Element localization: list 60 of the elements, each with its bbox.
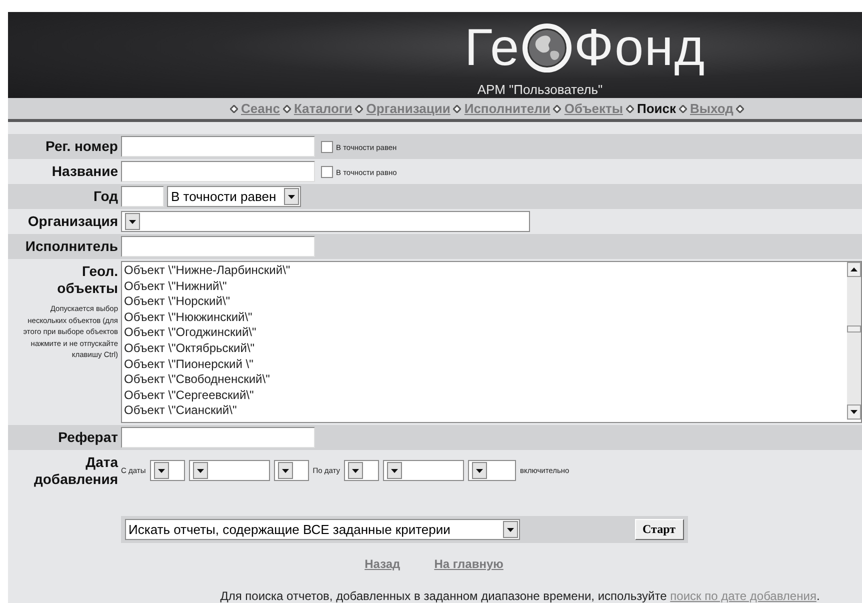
caret-icon [192, 462, 208, 479]
dropdown[interactable]: Искать отчеты, содержащие ВСЕ заданные критерии [124, 519, 520, 540]
bullet-icon [355, 104, 364, 113]
list-option[interactable]: Объект \"Свободненский\" [124, 372, 845, 388]
field-label: Организация [28, 212, 118, 230]
logo-text: Фонд [574, 22, 706, 74]
bullet-icon [230, 104, 238, 113]
list-option[interactable]: Объект \"Сергеевский\" [124, 388, 845, 404]
globe-icon [522, 23, 572, 73]
list-option[interactable]: Объект \"Норский\" [124, 294, 845, 310]
dropdown[interactable] [468, 460, 516, 481]
field-label: Год [94, 187, 118, 205]
bullet-icon [626, 104, 634, 113]
text-field[interactable] [121, 427, 315, 448]
field-label: Дата добавления [34, 453, 118, 488]
dropdown[interactable] [121, 211, 530, 232]
list-option[interactable]: Объект \"Сианский\" [124, 403, 845, 419]
caret-icon [472, 462, 488, 479]
bullet-icon [553, 104, 562, 113]
field-label: Геол. объекты [57, 262, 118, 297]
scrollbar[interactable] [847, 262, 861, 420]
footer-text: Для поиска отчетов, добавленных в заданном диапазоне времени, используйте поиск по дате добавления. [220, 589, 820, 603]
field-label: Исполнитель [25, 237, 118, 255]
subtitle: АРМ "Пользователь" [477, 82, 603, 97]
list-option[interactable]: Объект \"Нижний\" [124, 278, 845, 294]
text-field[interactable] [121, 161, 315, 182]
field-label: Название [52, 162, 118, 180]
caret-icon [348, 462, 364, 479]
caret-icon [387, 462, 402, 479]
year-field[interactable] [121, 186, 164, 207]
field-label: Рег. номер [45, 137, 118, 155]
list-option[interactable]: Объект \"Нюкжинский\" [124, 310, 845, 326]
caret-icon [502, 521, 518, 538]
checkbox[interactable] [321, 166, 333, 178]
dropdown[interactable] [150, 460, 185, 481]
list-option[interactable]: Объект \"Октябрьский\" [124, 340, 845, 357]
list-option[interactable]: Объект \"Пионерский \" [124, 356, 845, 372]
caret-icon [278, 462, 293, 479]
logo-text: Ге [464, 22, 520, 74]
field-label: Реферат [58, 428, 118, 446]
objects-listbox[interactable] [121, 261, 862, 423]
dropdown[interactable] [188, 460, 270, 481]
bullet-icon [679, 104, 688, 113]
dropdown[interactable] [344, 460, 380, 481]
caret-icon [125, 213, 140, 230]
bullet-icon [736, 104, 744, 113]
caret-icon [284, 188, 299, 205]
dropdown[interactable]: В точности равен [167, 186, 301, 207]
start-button[interactable]: Старт [634, 519, 684, 540]
bullet-icon [453, 104, 462, 113]
bullet-icon [282, 104, 291, 113]
nav-link[interactable]: Поиск [637, 101, 676, 116]
dropdown[interactable] [383, 460, 464, 481]
caret-icon [154, 462, 169, 479]
text-field[interactable] [121, 136, 315, 157]
dropdown[interactable] [274, 460, 309, 481]
checkbox[interactable] [321, 141, 333, 153]
text-field[interactable] [121, 236, 315, 257]
list-option[interactable]: Объект \"Нижне-Ларбинский\" [124, 263, 845, 279]
list-option[interactable]: Объект \"Огоджинский\" [124, 325, 845, 341]
